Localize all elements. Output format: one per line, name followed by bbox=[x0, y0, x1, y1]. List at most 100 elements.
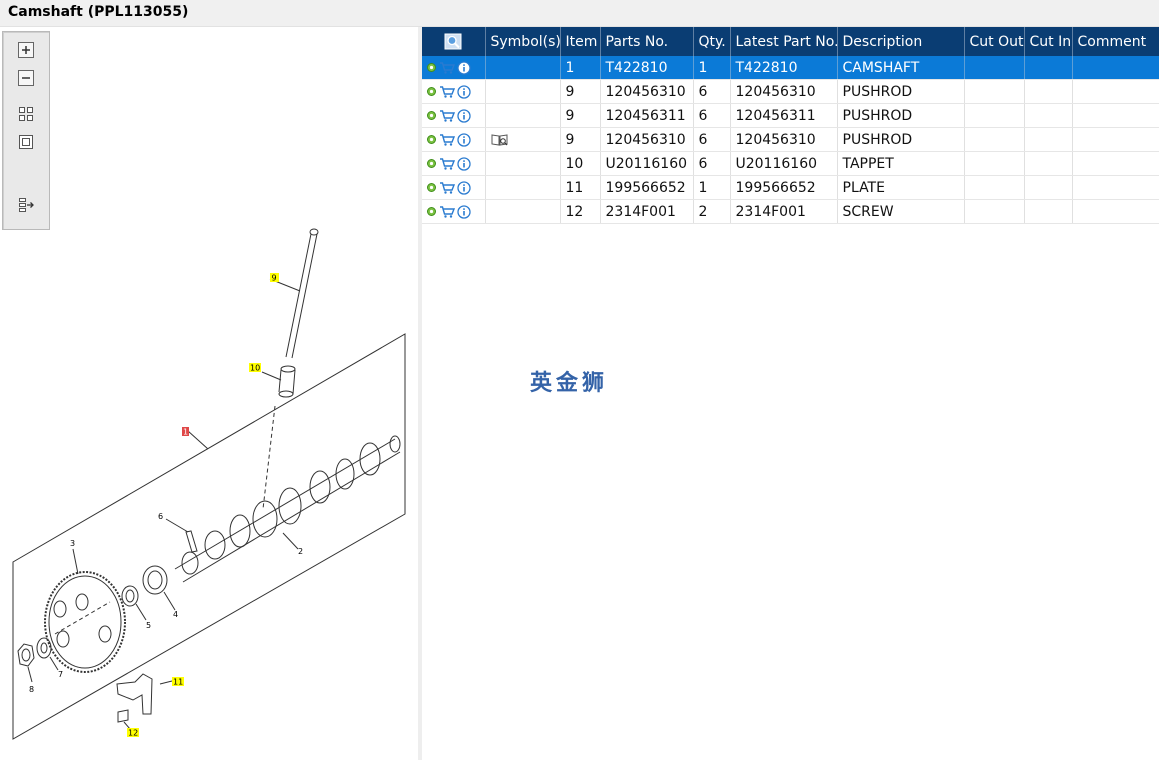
comment-cell bbox=[1072, 56, 1159, 80]
latest-part-no-cell: 120456310 bbox=[730, 79, 838, 104]
column-header-symbols[interactable]: Symbol(s) bbox=[485, 27, 561, 56]
callout-5[interactable]: 5 bbox=[146, 621, 151, 630]
symbols-cell bbox=[485, 199, 561, 224]
gear-icon[interactable] bbox=[426, 158, 437, 169]
column-header-description[interactable]: Description bbox=[837, 27, 965, 56]
callout-1[interactable]: 1 bbox=[183, 428, 188, 437]
symbols-cell bbox=[485, 151, 561, 176]
gear-icon[interactable] bbox=[426, 110, 437, 121]
cut-out-cell bbox=[964, 127, 1025, 152]
qty-cell: 1 bbox=[693, 175, 731, 200]
description-cell: PUSHROD bbox=[837, 103, 965, 128]
column-header-latest-part-no[interactable]: Latest Part No. bbox=[730, 27, 838, 56]
info-icon[interactable] bbox=[457, 204, 471, 219]
info-icon[interactable] bbox=[457, 180, 471, 195]
row-actions bbox=[422, 175, 486, 200]
parts-no-cell: T422810 bbox=[600, 56, 694, 80]
cart-icon[interactable] bbox=[439, 157, 455, 170]
callout-6[interactable]: 6 bbox=[158, 512, 163, 521]
latest-part-no-cell: T422810 bbox=[730, 56, 838, 80]
column-header-parts-no[interactable]: Parts No. bbox=[600, 27, 694, 56]
item-cell: 9 bbox=[560, 127, 601, 152]
callout-10[interactable]: 10 bbox=[250, 364, 260, 373]
table-row[interactable]: 12 2314F001 2 2314F001 SCREW bbox=[422, 199, 1159, 224]
row-actions bbox=[422, 79, 486, 104]
table-header-row: Symbol(s) Item Parts No. Qty. Latest Par… bbox=[422, 27, 1159, 56]
cut-out-cell bbox=[964, 175, 1025, 200]
cut-out-cell bbox=[964, 79, 1025, 104]
viewer-toolbox bbox=[2, 31, 50, 230]
gear-icon[interactable] bbox=[426, 206, 437, 217]
gear-icon[interactable] bbox=[426, 134, 437, 145]
info-icon[interactable] bbox=[457, 156, 471, 171]
fit-all-icon[interactable] bbox=[16, 104, 36, 124]
zoom-in-icon[interactable] bbox=[16, 40, 36, 60]
column-header-comment[interactable]: Comment bbox=[1072, 27, 1159, 56]
callout-8[interactable]: 8 bbox=[29, 685, 34, 694]
gear-icon[interactable] bbox=[426, 62, 437, 73]
cart-icon[interactable] bbox=[439, 61, 455, 74]
description-cell: PUSHROD bbox=[837, 79, 965, 104]
parts-table: Symbol(s) Item Parts No. Qty. Latest Par… bbox=[422, 27, 1159, 224]
search-parts-icon[interactable] bbox=[444, 33, 462, 50]
row-actions bbox=[422, 199, 486, 224]
fit-window-icon[interactable] bbox=[16, 132, 36, 152]
book-icon[interactable] bbox=[491, 133, 509, 147]
column-header-cut-out[interactable]: Cut Out bbox=[964, 27, 1025, 56]
column-header-qty[interactable]: Qty. bbox=[693, 27, 731, 56]
description-cell: PUSHROD bbox=[837, 127, 965, 152]
callout-9[interactable]: 9 bbox=[272, 274, 277, 283]
gear-icon[interactable] bbox=[426, 182, 437, 193]
cart-icon[interactable] bbox=[439, 85, 455, 98]
callout-3[interactable]: 3 bbox=[70, 539, 75, 548]
latest-part-no-cell: 2314F001 bbox=[730, 199, 838, 224]
comment-cell bbox=[1072, 103, 1159, 128]
column-header-search[interactable] bbox=[422, 27, 486, 56]
qty-cell: 6 bbox=[693, 127, 731, 152]
cart-icon[interactable] bbox=[439, 109, 455, 122]
item-cell: 11 bbox=[560, 175, 601, 200]
qty-cell: 6 bbox=[693, 103, 731, 128]
parts-no-cell: 2314F001 bbox=[600, 199, 694, 224]
cart-icon[interactable] bbox=[439, 181, 455, 194]
watermark: 英金狮 bbox=[530, 371, 609, 396]
qty-cell: 1 bbox=[693, 56, 731, 80]
callout-11[interactable]: 11 bbox=[173, 678, 183, 687]
table-row[interactable]: 1 T422810 1 T422810 CAMSHAFT bbox=[422, 56, 1159, 80]
symbols-cell bbox=[485, 127, 561, 152]
column-header-cut-in[interactable]: Cut In bbox=[1024, 27, 1073, 56]
info-icon[interactable] bbox=[457, 84, 471, 99]
info-icon[interactable] bbox=[457, 60, 471, 75]
callout-2[interactable]: 2 bbox=[298, 547, 303, 556]
gear-icon[interactable] bbox=[426, 86, 437, 97]
info-icon[interactable] bbox=[457, 132, 471, 147]
comment-cell bbox=[1072, 79, 1159, 104]
export-icon[interactable] bbox=[16, 195, 36, 215]
parts-no-cell: 199566652 bbox=[600, 175, 694, 200]
description-cell: PLATE bbox=[837, 175, 965, 200]
cart-icon[interactable] bbox=[439, 133, 455, 146]
callout-7[interactable]: 7 bbox=[58, 670, 63, 679]
window-title: Camshaft (PPL113055) bbox=[8, 4, 189, 20]
parts-no-cell: 120456310 bbox=[600, 127, 694, 152]
cart-icon[interactable] bbox=[439, 205, 455, 218]
comment-cell bbox=[1072, 175, 1159, 200]
callout-12[interactable]: 12 bbox=[128, 729, 138, 738]
symbols-cell bbox=[485, 103, 561, 128]
cut-out-cell bbox=[964, 103, 1025, 128]
callout-4[interactable]: 4 bbox=[173, 610, 178, 619]
parts-no-cell: 120456310 bbox=[600, 79, 694, 104]
table-row[interactable]: 10 U20116160 6 U20116160 TAPPET bbox=[422, 151, 1159, 176]
item-cell: 10 bbox=[560, 151, 601, 176]
zoom-out-icon[interactable] bbox=[16, 68, 36, 88]
item-cell: 9 bbox=[560, 79, 601, 104]
info-icon[interactable] bbox=[457, 108, 471, 123]
table-row[interactable]: 9 120456311 6 120456311 PUSHROD bbox=[422, 103, 1159, 128]
table-row[interactable]: 9 120456310 6 120456310 PUSHROD bbox=[422, 127, 1159, 152]
table-row[interactable]: 9 120456310 6 120456310 PUSHROD bbox=[422, 79, 1159, 104]
diagram-pane[interactable]: 9 10 1 6 3 2 5 4 7 8 11 12 bbox=[0, 27, 418, 760]
column-header-item[interactable]: Item bbox=[560, 27, 601, 56]
cut-in-cell bbox=[1024, 127, 1073, 152]
row-actions bbox=[422, 127, 486, 152]
table-row[interactable]: 11 199566652 1 199566652 PLATE bbox=[422, 175, 1159, 200]
